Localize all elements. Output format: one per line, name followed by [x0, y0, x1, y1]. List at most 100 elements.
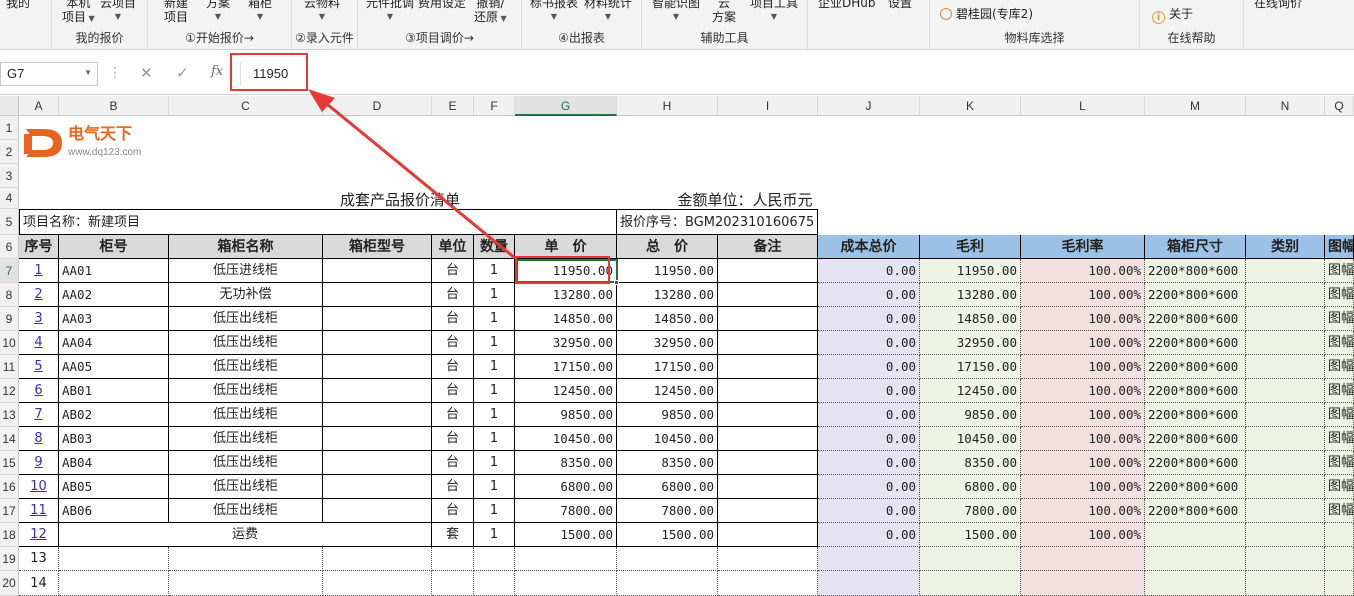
- settings-button[interactable]: 设置: [888, 0, 912, 10]
- table-cell[interactable]: [515, 547, 617, 571]
- table-cell[interactable]: AA04: [59, 331, 169, 355]
- table-cell[interactable]: [1325, 523, 1354, 547]
- row-link[interactable]: 12: [19, 523, 59, 547]
- table-cell[interactable]: [1246, 523, 1325, 547]
- table-cell[interactable]: [1145, 547, 1246, 571]
- table-header-cell[interactable]: 数量: [474, 235, 515, 259]
- table-cell[interactable]: [718, 499, 818, 523]
- row-header-6[interactable]: 6: [0, 235, 19, 259]
- table-cell[interactable]: AB02: [59, 403, 169, 427]
- table-header-cell[interactable]: 序号: [19, 235, 59, 259]
- table-cell[interactable]: 0.00: [818, 307, 920, 331]
- table-cell[interactable]: 图幅: [1325, 355, 1354, 379]
- table-cell[interactable]: 7800.00: [617, 499, 718, 523]
- table-cell[interactable]: [1246, 283, 1325, 307]
- table-cell[interactable]: 0.00: [818, 283, 920, 307]
- table-cell[interactable]: 14: [19, 571, 59, 596]
- table-cell[interactable]: 100.00%: [1021, 403, 1145, 427]
- table-cell[interactable]: 低压出线柜: [169, 331, 323, 355]
- table-cell[interactable]: [323, 499, 432, 523]
- table-cell[interactable]: 1: [474, 355, 515, 379]
- row-header-20[interactable]: 20: [0, 571, 19, 596]
- table-cell[interactable]: 11950.00: [617, 259, 718, 283]
- table-cell[interactable]: [617, 571, 718, 596]
- table-cell[interactable]: 1: [474, 523, 515, 547]
- table-cell[interactable]: 2200*800*600: [1145, 403, 1246, 427]
- table-cell[interactable]: 图幅: [1325, 403, 1354, 427]
- bid-report-button[interactable]: 标书报表 ▼: [530, 0, 578, 24]
- table-cell[interactable]: 2200*800*600: [1145, 355, 1246, 379]
- row-header-7[interactable]: 7: [0, 259, 19, 283]
- table-cell[interactable]: [1021, 547, 1145, 571]
- fee-setting-button[interactable]: 费用设定: [418, 0, 466, 10]
- table-cell[interactable]: 2200*800*600: [1145, 331, 1246, 355]
- column-header-h[interactable]: H: [617, 96, 718, 116]
- row-link[interactable]: 11: [19, 499, 59, 523]
- table-header-cell[interactable]: 成本总价: [818, 235, 920, 259]
- table-cell[interactable]: 9850.00: [920, 403, 1021, 427]
- insert-function-icon[interactable]: fx: [211, 64, 223, 79]
- table-header-cell[interactable]: 单位: [432, 235, 474, 259]
- row-header-3[interactable]: 3: [0, 164, 19, 188]
- row-link[interactable]: 9: [19, 451, 59, 475]
- table-cell[interactable]: 0.00: [818, 475, 920, 499]
- table-cell[interactable]: 图幅: [1325, 259, 1354, 283]
- column-header-c[interactable]: C: [169, 96, 323, 116]
- row-header-11[interactable]: 11: [0, 355, 19, 379]
- table-cell[interactable]: [718, 427, 818, 451]
- table-cell[interactable]: 台: [432, 403, 474, 427]
- table-header-cell[interactable]: 图幅: [1325, 235, 1354, 259]
- table-cell[interactable]: 14850.00: [617, 307, 718, 331]
- table-cell[interactable]: 台: [432, 475, 474, 499]
- quote-number-cell[interactable]: 报价序号：BGM202310160675: [617, 209, 818, 235]
- table-cell[interactable]: 台: [432, 451, 474, 475]
- table-cell[interactable]: 17150.00: [515, 355, 617, 379]
- cancel-icon[interactable]: ✕: [140, 64, 153, 82]
- table-cell[interactable]: 100.00%: [1021, 379, 1145, 403]
- table-cell[interactable]: [323, 427, 432, 451]
- confirm-icon[interactable]: ✓: [176, 64, 189, 82]
- table-cell[interactable]: 1: [474, 427, 515, 451]
- table-cell[interactable]: 2200*800*600: [1145, 475, 1246, 499]
- table-cell[interactable]: AA01: [59, 259, 169, 283]
- table-cell[interactable]: [718, 283, 818, 307]
- table-cell[interactable]: [323, 307, 432, 331]
- table-cell[interactable]: 0.00: [818, 523, 920, 547]
- table-cell[interactable]: 7800.00: [920, 499, 1021, 523]
- table-cell[interactable]: AA03: [59, 307, 169, 331]
- table-cell[interactable]: [818, 547, 920, 571]
- table-cell[interactable]: 0.00: [818, 355, 920, 379]
- table-cell[interactable]: AB01: [59, 379, 169, 403]
- table-cell[interactable]: 台: [432, 259, 474, 283]
- table-cell[interactable]: 图幅: [1325, 451, 1354, 475]
- table-cell[interactable]: [1246, 499, 1325, 523]
- table-cell[interactable]: 台: [432, 427, 474, 451]
- table-header-cell[interactable]: 毛利: [920, 235, 1021, 259]
- enterprise-dhub-button[interactable]: 企业DHub: [818, 0, 876, 10]
- table-cell[interactable]: 1: [474, 307, 515, 331]
- project-tools-button[interactable]: 项目工具 ▼: [750, 0, 798, 24]
- table-cell[interactable]: [718, 307, 818, 331]
- cloud-scheme-button[interactable]: 云方案: [712, 0, 736, 24]
- material-stats-button[interactable]: 材料统计 ▼: [584, 0, 632, 24]
- row-header-17[interactable]: 17: [0, 499, 19, 523]
- table-cell[interactable]: 14850.00: [515, 307, 617, 331]
- row-link[interactable]: 3: [19, 307, 59, 331]
- freight-label-cell[interactable]: 运费: [59, 523, 432, 547]
- table-cell[interactable]: 32950.00: [617, 331, 718, 355]
- table-cell[interactable]: 低压进线柜: [169, 259, 323, 283]
- column-header-e[interactable]: E: [432, 96, 474, 116]
- table-cell[interactable]: 1: [474, 283, 515, 307]
- table-cell[interactable]: 0.00: [818, 403, 920, 427]
- row-header-13[interactable]: 13: [0, 403, 19, 427]
- column-header-i[interactable]: I: [718, 96, 818, 116]
- table-cell[interactable]: 100.00%: [1021, 259, 1145, 283]
- table-cell[interactable]: AB03: [59, 427, 169, 451]
- table-cell[interactable]: AB04: [59, 451, 169, 475]
- table-cell[interactable]: [718, 571, 818, 596]
- row-header-16[interactable]: 16: [0, 475, 19, 499]
- table-cell[interactable]: 2200*800*600: [1145, 451, 1246, 475]
- table-cell[interactable]: [169, 547, 323, 571]
- table-cell[interactable]: 2200*800*600: [1145, 499, 1246, 523]
- table-cell[interactable]: [474, 571, 515, 596]
